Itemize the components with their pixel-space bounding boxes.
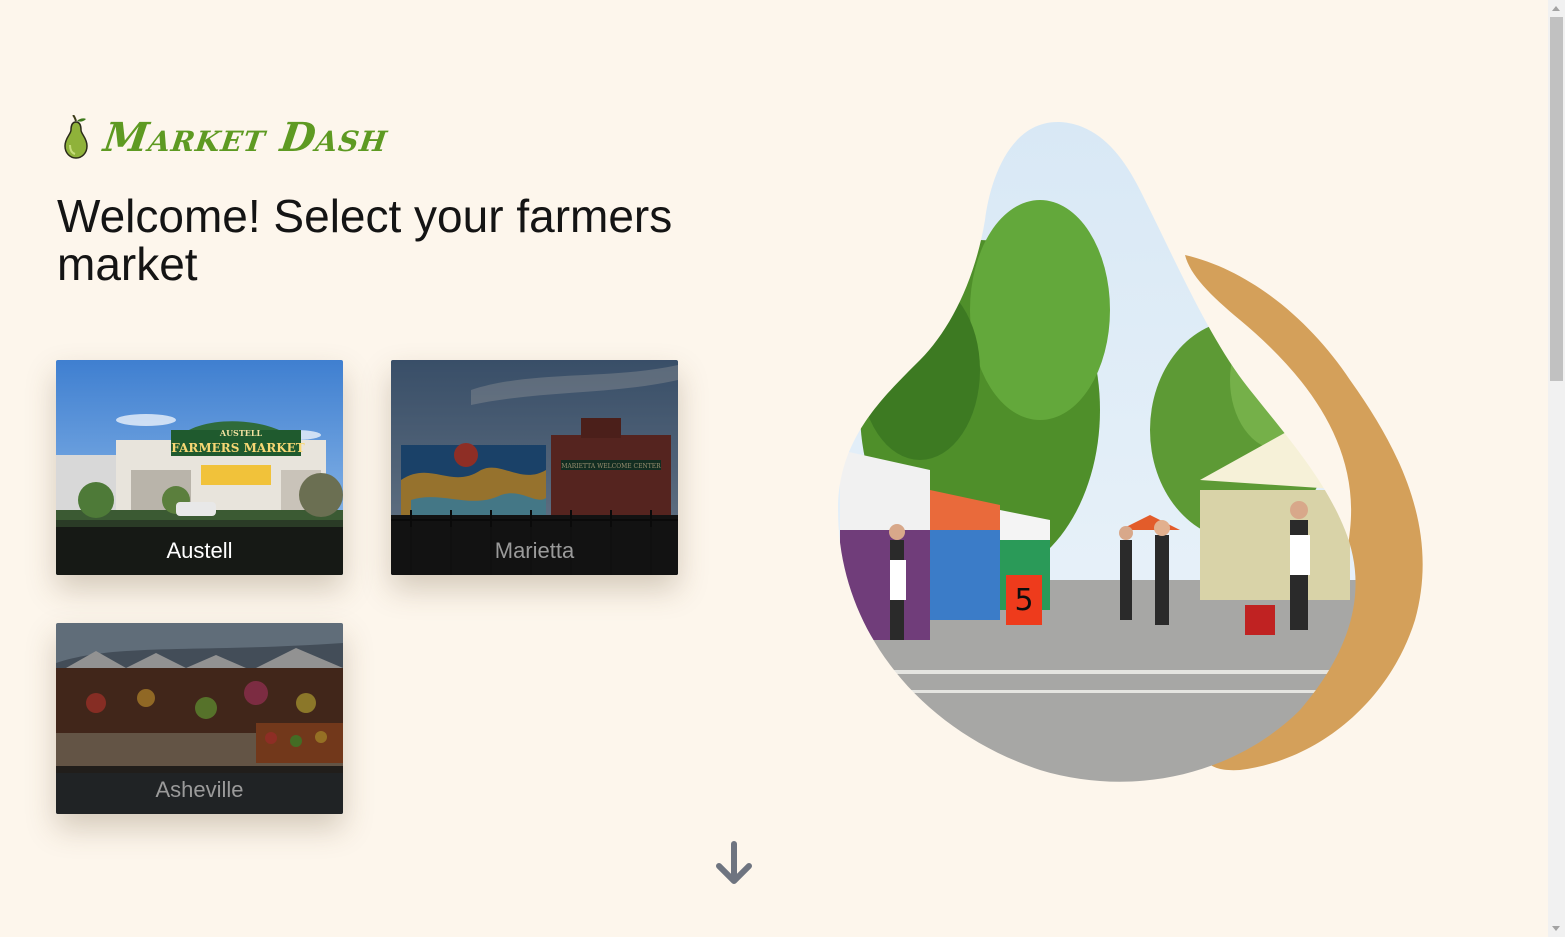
brand-name: Market Dash bbox=[100, 113, 392, 161]
market-card-austell[interactable]: AUSTELL FARMERS MARKET Austell bbox=[56, 360, 343, 575]
stall-number: 5 bbox=[1014, 583, 1033, 618]
market-label: Marietta bbox=[391, 527, 678, 575]
market-label: Asheville bbox=[56, 766, 343, 814]
landing-page: Market Dash Welcome! Select your farmers… bbox=[0, 0, 1548, 937]
arrow-down-icon[interactable] bbox=[714, 840, 754, 886]
market-card-marietta[interactable]: MARIETTA WELCOME CENTER Marietta bbox=[391, 360, 678, 575]
scroll-up-icon[interactable] bbox=[1552, 6, 1560, 11]
scroll-down-icon[interactable] bbox=[1552, 926, 1560, 931]
market-card-asheville[interactable]: Asheville bbox=[56, 623, 343, 814]
vertical-scrollbar[interactable] bbox=[1548, 0, 1565, 937]
austell-sign-top: AUSTELL bbox=[219, 428, 263, 438]
scrollbar-thumb[interactable] bbox=[1550, 17, 1563, 381]
page-title: Welcome! Select your farmers market bbox=[57, 190, 673, 290]
austell-sign-main: FARMERS MARKET bbox=[171, 441, 304, 455]
hero-market-image: 5 bbox=[838, 121, 1423, 782]
brand-logo[interactable]: Market Dash bbox=[62, 112, 392, 162]
pear-icon bbox=[64, 115, 88, 159]
market-label: Austell bbox=[56, 527, 343, 575]
